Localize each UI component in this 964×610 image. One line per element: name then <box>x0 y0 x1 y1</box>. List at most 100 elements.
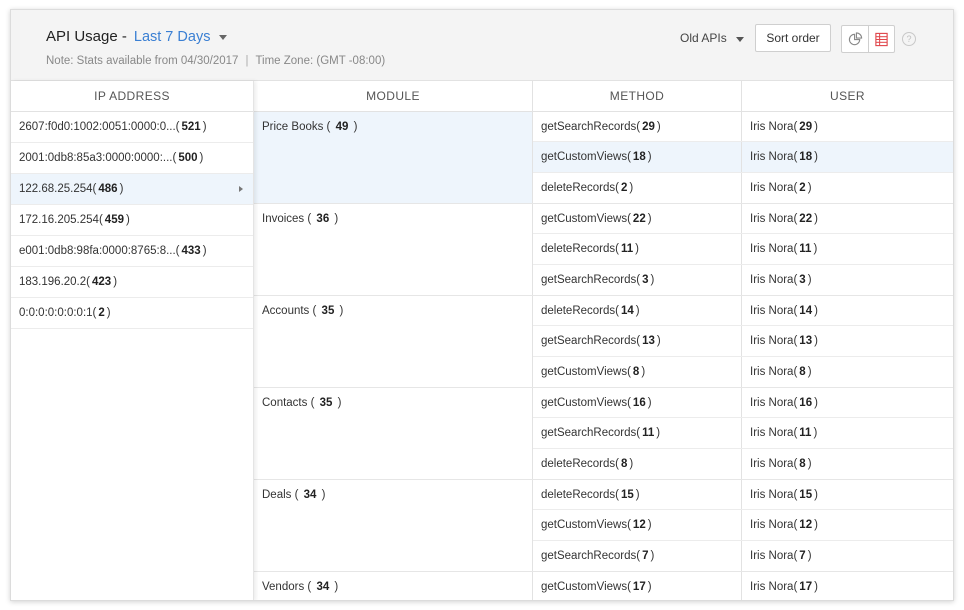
user-cell[interactable]: Iris Nora ( 22 ) <box>742 204 953 233</box>
method-row[interactable]: getSearchRecords ( 3 ) Iris Nora ( 3 ) <box>533 264 953 295</box>
method-cell[interactable]: getSearchRecords ( 7 ) <box>533 540 742 571</box>
method-row[interactable]: deleteRecords ( 15 ) Iris Nora ( 15 ) <box>533 479 953 511</box>
item-count: 17 <box>632 581 646 594</box>
user-cell[interactable]: Iris Nora ( 18 ) <box>742 142 953 171</box>
method-cell[interactable]: getCustomViews ( 17 ) <box>533 571 742 600</box>
item-label: Iris Nora <box>750 426 794 439</box>
module-group: Vendors ( 34 ) getCustomViews ( 17 ) Iris … <box>254 571 953 600</box>
sort-order-button[interactable]: Sort order <box>755 24 831 52</box>
old-apis-dropdown[interactable]: Old APIs <box>680 31 744 45</box>
item-count: 49 <box>335 121 349 133</box>
method-cell[interactable]: getCustomViews ( 8 ) <box>533 356 742 387</box>
item-label: Contacts <box>262 396 308 409</box>
item-count: 29 <box>642 120 655 133</box>
ip-address-row[interactable]: 172.16.205.254 ( 459 ) <box>11 205 253 236</box>
module-cell[interactable]: Invoices ( 36 ) <box>254 203 533 295</box>
ip-address-row[interactable]: 2607:f0d0:1002:0051:0000:0... ( 521 ) <box>11 112 253 143</box>
user-cell[interactable]: Iris Nora ( 8 ) <box>742 449 953 479</box>
method-cell[interactable]: getSearchRecords ( 29 ) <box>533 112 742 142</box>
item-label: Price Books <box>262 121 324 133</box>
item-count: 22 <box>632 212 646 225</box>
module-cell[interactable]: Contacts ( 35 ) <box>254 387 533 479</box>
usage-details: MODULE METHOD USER Price Books ( 49 ) get… <box>254 81 953 600</box>
item-label: getCustomViews <box>541 365 628 378</box>
method-cell[interactable]: getSearchRecords ( 11 ) <box>533 418 742 448</box>
item-count: 8 <box>799 365 806 378</box>
item-label: 122.68.25.254 <box>19 183 93 195</box>
chevron-right-icon <box>239 186 243 192</box>
item-label: 2607:f0d0:1002:0051:0000:0... <box>19 121 176 133</box>
method-row[interactable]: deleteRecords ( 8 ) Iris Nora ( 8 ) <box>533 448 953 479</box>
module-cell[interactable]: Price Books ( 49 ) <box>254 112 533 203</box>
method-cell[interactable]: deleteRecords ( 15 ) <box>533 479 742 510</box>
method-row[interactable]: getSearchRecords ( 11 ) Iris Nora ( 11 ) <box>533 418 953 449</box>
method-cell[interactable]: deleteRecords ( 2 ) <box>533 172 742 203</box>
module-cell[interactable]: Deals ( 34 ) <box>254 479 533 571</box>
method-cell[interactable]: getSearchRecords ( 3 ) <box>533 264 742 295</box>
user-cell[interactable]: Iris Nora ( 16 ) <box>742 388 953 417</box>
table-icon <box>875 32 888 46</box>
item-label: getCustomViews <box>541 518 628 531</box>
user-cell[interactable]: Iris Nora ( 11 ) <box>742 234 953 263</box>
table-view-button[interactable] <box>868 26 894 52</box>
method-row[interactable]: getCustomViews ( 12 ) Iris Nora ( 12 ) <box>533 510 953 541</box>
method-row[interactable]: deleteRecords ( 11 ) Iris Nora ( 11 ) <box>533 234 953 265</box>
method-cell[interactable]: getCustomViews ( 18 ) <box>533 142 742 172</box>
user-cell[interactable]: Iris Nora ( 7 ) <box>742 541 953 571</box>
method-row[interactable]: deleteRecords ( 2 ) Iris Nora ( 2 ) <box>533 172 953 203</box>
method-row[interactable]: getSearchRecords ( 7 ) Iris Nora ( 7 ) <box>533 540 953 571</box>
method-row[interactable]: getSearchRecords ( 13 ) Iris Nora ( 13 ) <box>533 326 953 357</box>
method-row[interactable]: getSearchRecords ( 29 ) Iris Nora ( 29 ) <box>533 112 953 143</box>
user-cell[interactable]: Iris Nora ( 14 ) <box>742 296 953 325</box>
date-range-dropdown[interactable]: Last 7 Days <box>134 29 211 45</box>
method-cell[interactable]: getCustomViews ( 22 ) <box>533 203 742 234</box>
method-row[interactable]: getCustomViews ( 17 ) Iris Nora ( 17 ) <box>533 571 953 600</box>
item-count: 2 <box>98 307 105 319</box>
user-cell[interactable]: Iris Nora ( 17 ) <box>742 572 953 600</box>
ip-address-row[interactable]: 183.196.20.2 ( 423 ) <box>11 267 253 298</box>
item-count: 18 <box>799 150 813 163</box>
method-row[interactable]: getCustomViews ( 8 ) Iris Nora ( 8 ) <box>533 356 953 387</box>
method-cell[interactable]: deleteRecords ( 14 ) <box>533 295 742 326</box>
user-cell[interactable]: Iris Nora ( 29 ) <box>742 112 953 141</box>
method-cell[interactable]: deleteRecords ( 8 ) <box>533 448 742 479</box>
item-label: Iris Nora <box>750 150 794 163</box>
module-group: Contacts ( 35 ) getCustomViews ( 16 ) Iris… <box>254 387 953 480</box>
item-label: 183.196.20.2 <box>19 276 87 288</box>
ip-address-row[interactable]: 0:0:0:0:0:0:0:1 ( 2 ) <box>11 298 253 329</box>
module-cell[interactable]: Accounts ( 35 ) <box>254 295 533 387</box>
method-row[interactable]: getCustomViews ( 16 ) Iris Nora ( 16 ) <box>533 387 953 419</box>
user-cell[interactable]: Iris Nora ( 2 ) <box>742 173 953 203</box>
help-icon[interactable]: ? <box>902 32 916 46</box>
method-cell[interactable]: getSearchRecords ( 13 ) <box>533 326 742 356</box>
item-label: getSearchRecords <box>541 273 637 286</box>
item-count: 34 <box>316 580 330 593</box>
user-cell[interactable]: Iris Nora ( 3 ) <box>742 265 953 295</box>
user-cell[interactable]: Iris Nora ( 15 ) <box>742 480 953 509</box>
method-user-rows: getCustomViews ( 22 ) Iris Nora ( 22 ) del… <box>533 203 953 295</box>
user-cell[interactable]: Iris Nora ( 13 ) <box>742 326 953 355</box>
module-cell[interactable]: Vendors ( 34 ) <box>254 571 533 600</box>
method-user-rows: deleteRecords ( 15 ) Iris Nora ( 15 ) getC… <box>533 479 953 571</box>
item-label: 0:0:0:0:0:0:0:1 <box>19 307 93 319</box>
ip-address-row[interactable]: 122.68.25.254 ( 486 ) <box>11 174 253 205</box>
user-cell[interactable]: Iris Nora ( 8 ) <box>742 357 953 387</box>
user-cell[interactable]: Iris Nora ( 12 ) <box>742 510 953 539</box>
chart-view-button[interactable] <box>842 26 868 52</box>
method-user-rows: getSearchRecords ( 29 ) Iris Nora ( 29 ) g… <box>533 112 953 203</box>
ip-address-row[interactable]: e001:0db8:98fa:0000:8765:8... ( 433 ) <box>11 236 253 267</box>
item-count: 18 <box>632 150 646 163</box>
method-cell[interactable]: getCustomViews ( 12 ) <box>533 510 742 540</box>
method-cell[interactable]: getCustomViews ( 16 ) <box>533 387 742 418</box>
item-count: 11 <box>642 426 655 439</box>
module-group: Deals ( 34 ) deleteRecords ( 15 ) Iris Nor… <box>254 479 953 572</box>
caret-down-icon[interactable] <box>219 35 228 40</box>
method-cell[interactable]: deleteRecords ( 11 ) <box>533 234 742 264</box>
user-cell[interactable]: Iris Nora ( 11 ) <box>742 418 953 447</box>
method-row[interactable]: getCustomViews ( 22 ) Iris Nora ( 22 ) <box>533 203 953 235</box>
item-label: deleteRecords <box>541 181 616 194</box>
method-row[interactable]: deleteRecords ( 14 ) Iris Nora ( 14 ) <box>533 295 953 327</box>
method-row[interactable]: getCustomViews ( 18 ) Iris Nora ( 18 ) <box>533 142 953 173</box>
item-count: 16 <box>799 396 813 409</box>
ip-address-row[interactable]: 2001:0db8:85a3:0000:0000:... ( 500 ) <box>11 143 253 174</box>
